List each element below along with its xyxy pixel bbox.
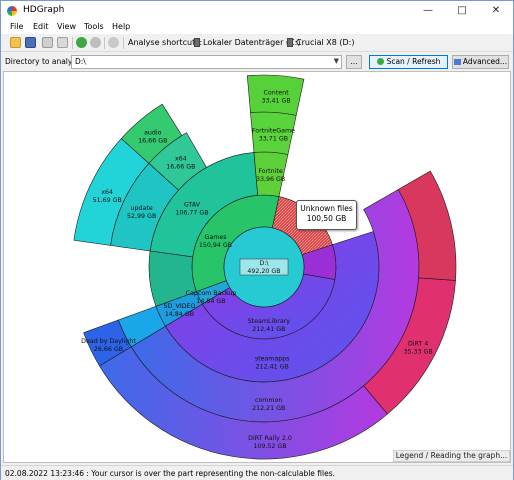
- print-preview-icon[interactable]: [57, 37, 68, 48]
- graph-canvas[interactable]: D:\ 492,20 GB Games 150,94 GB GTAV 106,77 GB u…: [3, 71, 511, 463]
- segment-label-9: Content 33,41 GB: [261, 89, 290, 104]
- menu-edit[interactable]: Edit: [33, 22, 49, 31]
- advanced-label: Advanced...: [462, 57, 508, 66]
- print-icon[interactable]: [42, 37, 53, 48]
- address-bar: Directory to analyze : D:\ ▼ ... Scan / …: [1, 53, 513, 71]
- status-text: 02.08.2022 13:23:46 : Your cursor is ove…: [5, 469, 335, 478]
- open-folder-icon[interactable]: [10, 37, 21, 48]
- directory-value: D:\: [75, 57, 86, 66]
- segment-label-7: Fortnite 33,96 GB: [256, 168, 285, 183]
- toolbar: Analyse shortcuts: Lokaler Datenträger (…: [1, 34, 513, 52]
- menu-tools[interactable]: Tools: [84, 22, 104, 31]
- segment-label-12: SteamLibrary 212,41 GB: [248, 318, 291, 333]
- status-bar: 02.08.2022 13:23:46 : Your cursor is ove…: [1, 465, 513, 480]
- analyse-shortcuts-label: Analyse shortcuts:: [128, 38, 203, 47]
- disk-usage-sunburst[interactable]: D:\ 492,20 GBGames 150,94 GBGTAV 106,77 GBu…: [4, 72, 511, 463]
- segment-label-11: SD_VIDEO 14,84 GB: [164, 303, 196, 318]
- menu-view[interactable]: View: [57, 22, 76, 31]
- drive-icon: [194, 38, 200, 47]
- menu-help[interactable]: Help: [112, 22, 130, 31]
- tooltip-title: Unknown files: [300, 204, 353, 213]
- menu-bar: File Edit View Tools Help: [1, 21, 513, 34]
- toolbar-separator: [123, 37, 124, 49]
- chevron-down-icon[interactable]: ▼: [334, 57, 339, 65]
- directory-input[interactable]: D:\ ▼: [71, 55, 342, 69]
- scan-refresh-button[interactable]: Scan / Refresh: [369, 55, 448, 69]
- toolbar-separator: [104, 37, 105, 49]
- browse-button[interactable]: ...: [346, 55, 362, 69]
- unknown-files-tooltip: Unknown files 100,50 GB: [296, 200, 357, 230]
- shortcut-drive-d[interactable]: Crucial X8 (D:): [296, 38, 354, 47]
- minimize-icon[interactable]: —: [411, 1, 445, 21]
- segment-label-15: DiRT Rally 2.0 109,52 GB: [248, 435, 292, 450]
- drive-icon: [287, 38, 293, 47]
- advanced-icon: [453, 59, 461, 65]
- refresh-icon: [376, 58, 384, 65]
- hdgraph-logo-icon: [7, 6, 17, 16]
- shortcut-drive-c[interactable]: Lokaler Datenträger (C:): [203, 38, 300, 47]
- segment-label-14: common 212,21 GB: [252, 397, 285, 412]
- toolbar-separator: [72, 37, 73, 49]
- title-bar: HDGraph — □ ✕: [1, 1, 513, 21]
- options-gear-icon[interactable]: [108, 37, 119, 48]
- save-icon[interactable]: [25, 37, 36, 48]
- refresh-icon[interactable]: [76, 37, 87, 48]
- app-window: HDGraph — □ ✕ File Edit View Tools Help …: [0, 0, 514, 480]
- maximize-icon[interactable]: □: [445, 1, 479, 21]
- stop-icon[interactable]: [90, 37, 101, 48]
- advanced-button[interactable]: Advanced...: [452, 55, 509, 69]
- close-icon[interactable]: ✕: [479, 1, 513, 21]
- window-title: HDGraph: [23, 5, 65, 15]
- segment-label-13: steamapps 212,41 GB: [255, 356, 290, 371]
- segment-label-3: update 52,99 GB: [127, 205, 156, 220]
- scan-refresh-label: Scan / Refresh: [386, 57, 441, 66]
- menu-file[interactable]: File: [10, 22, 23, 31]
- legend-link[interactable]: Legend / Reading the graph...: [393, 450, 510, 462]
- tooltip-size: 100,50 GB: [306, 214, 347, 223]
